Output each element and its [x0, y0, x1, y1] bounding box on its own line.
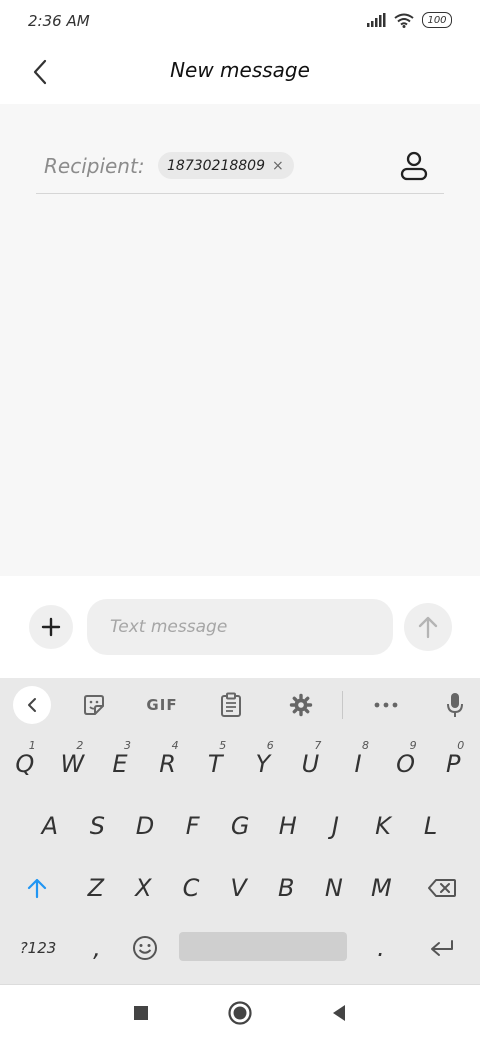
- key-number-hint: 8: [361, 739, 369, 752]
- system-navigation-bar: [0, 984, 480, 1040]
- key-label: I: [354, 750, 362, 778]
- back-nav-button[interactable]: [325, 999, 353, 1027]
- send-button[interactable]: [404, 603, 452, 651]
- key-label: W: [60, 750, 85, 778]
- key-label: R: [159, 750, 176, 778]
- key-g[interactable]: G: [216, 796, 264, 856]
- key-h[interactable]: H: [264, 796, 312, 856]
- chip-close-icon[interactable]: ×: [272, 158, 284, 174]
- emoji-icon: [133, 936, 157, 960]
- comma-key[interactable]: ,: [82, 918, 112, 978]
- key-k[interactable]: K: [359, 796, 407, 856]
- recipient-row[interactable]: Recipient: 18730218809 ×: [36, 140, 444, 194]
- key-l[interactable]: L: [407, 796, 455, 856]
- compose-bar: [0, 576, 480, 678]
- key-label: P: [445, 750, 461, 778]
- clipboard-button[interactable]: [214, 686, 248, 724]
- key-label: Y: [255, 750, 271, 778]
- key-z[interactable]: Z: [72, 858, 120, 918]
- key-x[interactable]: X: [120, 858, 168, 918]
- key-a[interactable]: A: [26, 796, 74, 856]
- clipboard-icon: [221, 692, 241, 717]
- key-r[interactable]: 4R: [144, 734, 192, 794]
- recents-button[interactable]: [127, 999, 155, 1027]
- person-icon: [400, 151, 428, 181]
- key-c[interactable]: C: [167, 858, 215, 918]
- recipient-label: Recipient:: [44, 154, 145, 178]
- key-n[interactable]: N: [310, 858, 358, 918]
- key-label: E: [112, 750, 128, 778]
- arrow-up-icon: [418, 616, 438, 639]
- more-horizontal-icon: [374, 702, 398, 708]
- key-d[interactable]: D: [121, 796, 169, 856]
- recipient-chip-number: 18730218809: [167, 157, 265, 174]
- enter-key[interactable]: [420, 918, 464, 978]
- more-button[interactable]: [368, 686, 404, 724]
- toolbar-divider: [342, 691, 343, 719]
- recipient-chip[interactable]: 18730218809 ×: [158, 152, 294, 179]
- key-f[interactable]: F: [169, 796, 217, 856]
- keyboard-row-3: ZXCVBNM: [0, 858, 480, 918]
- key-i[interactable]: 8I: [334, 734, 382, 794]
- message-content-area: Recipient: 18730218809 ×: [0, 104, 480, 576]
- keyboard-row-1: 1Q2W3E4R5T6Y7U8I9O0P: [0, 734, 480, 794]
- keyboard-row-2: ASDFGHJKL: [0, 796, 480, 856]
- key-label: O: [396, 750, 416, 778]
- key-u[interactable]: 7U: [287, 734, 335, 794]
- keyboard: G I F 1 Q 2 W 3 E 4 R 5 T 6 Y 7 U 8 I 9 O …: [0, 678, 480, 984]
- backspace-icon: [428, 879, 456, 897]
- status-bar: 2:36 AM 100: [0, 0, 480, 42]
- page-title: New message: [170, 58, 310, 82]
- symbols-key[interactable]: ?123: [8, 918, 68, 978]
- key-b[interactable]: B: [262, 858, 310, 918]
- key-j[interactable]: J: [312, 796, 360, 856]
- battery-icon: 100: [422, 12, 452, 28]
- gif-button[interactable]: GIF: [140, 686, 184, 724]
- backspace-key[interactable]: [418, 858, 466, 918]
- key-label: Q: [15, 750, 35, 778]
- status-time: 2:36 AM: [28, 12, 90, 30]
- toolbar-collapse-button[interactable]: [13, 686, 51, 724]
- key-v[interactable]: V: [215, 858, 263, 918]
- keyboard-toolbar: GIF: [0, 678, 480, 732]
- key-w[interactable]: 2W: [49, 734, 97, 794]
- key-e[interactable]: 3E: [96, 734, 144, 794]
- key-p[interactable]: 0P: [429, 734, 477, 794]
- attach-button[interactable]: [29, 605, 73, 649]
- home-button[interactable]: [226, 999, 254, 1027]
- key-s[interactable]: S: [74, 796, 122, 856]
- app-header: New message: [0, 42, 480, 104]
- sticker-icon: [84, 695, 104, 715]
- signal-icon: [367, 13, 386, 27]
- battery-level: 100: [427, 14, 447, 26]
- emoji-key[interactable]: [124, 918, 166, 978]
- message-text-box[interactable]: [87, 599, 393, 655]
- key-t[interactable]: 5T: [191, 734, 239, 794]
- voice-input-button[interactable]: [440, 686, 470, 724]
- message-input[interactable]: [110, 617, 380, 637]
- spacebar-key[interactable]: [179, 932, 347, 961]
- key-label: U: [301, 750, 320, 778]
- key-label: T: [207, 750, 223, 778]
- status-icons: 100: [366, 12, 452, 28]
- plus-icon: [41, 617, 61, 637]
- gear-icon: [289, 693, 313, 717]
- key-q[interactable]: 1Q: [1, 734, 49, 794]
- microphone-icon: [447, 693, 463, 717]
- sticker-button[interactable]: [76, 686, 112, 724]
- chevron-left-icon: [28, 698, 36, 712]
- settings-button[interactable]: [283, 686, 319, 724]
- wifi-icon: [394, 13, 414, 28]
- square-icon: [134, 1006, 148, 1020]
- key-m[interactable]: M: [358, 858, 406, 918]
- triangle-back-icon: [333, 1005, 345, 1021]
- key-o[interactable]: 9O: [382, 734, 430, 794]
- home-circle-icon: [228, 1001, 252, 1025]
- period-key[interactable]: .: [366, 918, 396, 978]
- contacts-button[interactable]: [398, 148, 430, 184]
- enter-icon: [431, 940, 453, 956]
- shift-arrow-icon: [27, 878, 47, 899]
- shift-key[interactable]: [14, 858, 60, 918]
- key-y[interactable]: 6Y: [239, 734, 287, 794]
